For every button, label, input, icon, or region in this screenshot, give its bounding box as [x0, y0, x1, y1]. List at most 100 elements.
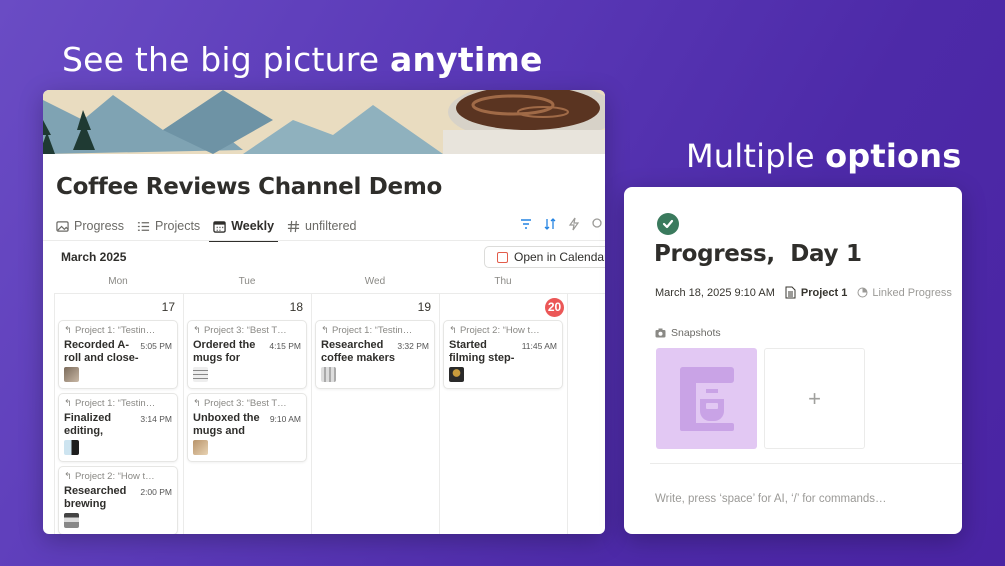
- weekday-mon: Mon: [108, 276, 128, 287]
- event-relation: ↰ Project 2: “How t…: [449, 325, 557, 336]
- linked-label: Linked Progress: [872, 286, 952, 299]
- grid-line: [311, 293, 312, 534]
- calendar-event[interactable]: ↰ Project 3: “Best T… Ordered the mugs fo…: [187, 320, 307, 389]
- relation-arrow-icon: ↰: [449, 325, 457, 336]
- open-in-calendar-label: Open in Calendar: [514, 250, 605, 264]
- search-icon[interactable]: [591, 217, 605, 231]
- event-relation: ↰ Project 3: “Best T…: [193, 398, 301, 409]
- tab-unfiltered[interactable]: unfiltered: [287, 212, 356, 240]
- weekday-thu: Thu: [494, 276, 512, 287]
- day-number[interactable]: 18: [283, 300, 303, 314]
- database-card: Coffee Reviews Channel Demo Progress Pro…: [43, 90, 605, 534]
- event-time: 3:14 PM: [140, 414, 172, 424]
- editor-placeholder[interactable]: Write, press ‘space’ for AI, ‘/’ for com…: [655, 493, 887, 505]
- today-day-number[interactable]: 20: [545, 298, 564, 317]
- page-properties: March 18, 2025 9:10 AM Project 1 Linked …: [655, 286, 952, 299]
- weekday-tue: Tue: [238, 276, 256, 287]
- grid-line: [54, 293, 55, 534]
- page-title: Coffee Reviews Channel Demo: [56, 174, 442, 200]
- relation-arrow-icon: ↰: [64, 471, 72, 482]
- calendar-app-icon: [497, 251, 508, 263]
- lightning-icon[interactable]: [567, 217, 581, 231]
- view-tools: [519, 217, 605, 231]
- grid-divider: [54, 293, 605, 294]
- snapshot-thumbnail: [449, 367, 464, 382]
- check-circle-icon[interactable]: [657, 213, 679, 235]
- snapshot-image[interactable]: [656, 348, 757, 449]
- page-title: Progress, Day 1: [654, 241, 862, 267]
- add-snapshot-button[interactable]: +: [764, 348, 865, 449]
- headline-right-bold: options: [825, 137, 962, 175]
- headline-left: See the big picture anytime: [62, 40, 543, 79]
- grid-line: [567, 293, 568, 534]
- snapshot-thumbnail: [193, 440, 208, 455]
- page-card: Progress, Day 1 March 18, 2025 9:10 AM P…: [624, 187, 962, 534]
- relation-arrow-icon: ↰: [193, 398, 201, 409]
- relation-text: Project 1: “Testin…: [331, 325, 413, 336]
- snapshot-thumbnail: [64, 513, 79, 528]
- event-title: Started filming step-by-st…: [449, 339, 515, 364]
- event-time: 5:05 PM: [140, 341, 172, 351]
- hash-icon: [287, 220, 300, 232]
- tab-label: Projects: [155, 219, 201, 233]
- relation-text: Project 1: “Testin…: [74, 398, 156, 409]
- relation-arrow-icon: ↰: [321, 325, 329, 336]
- sort-icon[interactable]: [543, 217, 557, 231]
- calendar-icon: [213, 220, 226, 233]
- event-relation: ↰ Project 2: “How t…: [64, 471, 172, 482]
- event-time: 11:45 AM: [521, 341, 557, 351]
- calendar-event[interactable]: ↰ Project 1: “Testin… Researched coffee m…: [315, 320, 435, 389]
- headline-left-bold: anytime: [390, 40, 543, 79]
- document-icon: [785, 286, 796, 299]
- divider: [650, 463, 962, 464]
- snapshots-label: Snapshots: [655, 327, 721, 339]
- day-number[interactable]: 17: [155, 300, 175, 314]
- project-relation[interactable]: Project 1: [785, 286, 847, 299]
- linked-progress[interactable]: Linked Progress: [857, 287, 952, 299]
- relation-arrow-icon: ↰: [64, 325, 72, 336]
- event-relation: ↰ Project 1: “Testin…: [64, 325, 172, 336]
- relation-text: Project 1: “Testin…: [74, 325, 156, 336]
- cover-image[interactable]: [43, 90, 605, 154]
- date-property[interactable]: March 18, 2025 9:10 AM: [655, 287, 775, 299]
- calendar-event[interactable]: ↰ Project 2: “How t… Started filming step…: [443, 320, 563, 389]
- relation-text: Project 3: “Best T…: [203, 398, 287, 409]
- calendar-event[interactable]: ↰Project 2: “How t… Researched brewing t…: [58, 466, 178, 534]
- tab-weekly[interactable]: Weekly: [209, 212, 278, 242]
- open-in-calendar-button[interactable]: Open in Calendar: [484, 246, 605, 268]
- snapshots-text: Snapshots: [671, 327, 721, 339]
- tab-projects[interactable]: Projects: [137, 212, 200, 240]
- tab-label: Progress: [74, 219, 125, 233]
- filter-icon[interactable]: [519, 217, 533, 231]
- list-icon: [137, 221, 150, 231]
- grid-line: [439, 293, 440, 534]
- weekday-wed: Wed: [364, 276, 386, 287]
- event-title: Finalized editing, uploaded,…: [64, 412, 112, 437]
- relation-arrow-icon: ↰: [193, 325, 201, 336]
- snapshot-thumbnail: [321, 367, 336, 382]
- day-number[interactable]: 19: [411, 300, 431, 314]
- snapshot-thumbnail: [193, 367, 208, 382]
- event-title: Researched brewing techniques: [64, 485, 127, 510]
- tab-label: Weekly: [231, 219, 275, 233]
- coffee-maker-icon: [679, 366, 734, 431]
- headline-right: Multiple options: [686, 137, 961, 175]
- calendar-event[interactable]: ↰ Project 1: “Testin… Recorded A-roll and…: [58, 320, 178, 389]
- camera-icon: [655, 328, 666, 338]
- snapshot-thumbnail: [64, 440, 79, 455]
- project-label: Project 1: [800, 286, 848, 299]
- view-tabs: Progress Projects Weekly unfiltered: [56, 212, 369, 242]
- headline-left-text: See the big picture: [62, 40, 390, 79]
- event-relation: ↰ Project 1: “Testin…: [321, 325, 429, 336]
- tab-divider: [43, 240, 605, 241]
- relation-text: Project 3: “Best T…: [203, 325, 287, 336]
- headline-right-text: Multiple: [686, 137, 826, 175]
- event-title: Researched coffee makers and…: [321, 339, 395, 364]
- relation-text: Project 2: “How t…: [74, 471, 155, 482]
- calendar-event[interactable]: ↰ Project 3: “Best T… Unboxed the mugs an…: [187, 393, 307, 462]
- calendar-event[interactable]: ↰ Project 1: “Testin… Finalized editing, …: [58, 393, 178, 462]
- tab-label: unfiltered: [305, 219, 357, 233]
- relation-arrow-icon: ↰: [64, 398, 72, 409]
- event-time: 3:32 PM: [397, 341, 429, 351]
- tab-progress[interactable]: Progress: [56, 212, 124, 240]
